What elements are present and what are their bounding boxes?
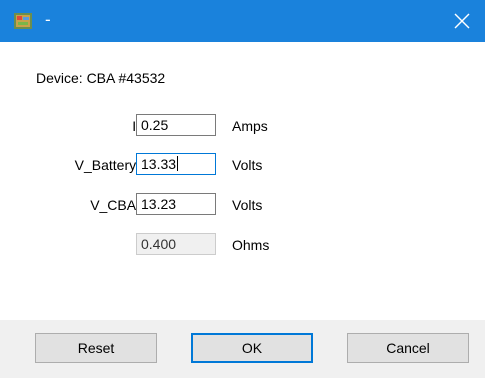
title-bar[interactable]: - <box>0 0 485 42</box>
battery-voltage-value: 13.33 <box>141 156 177 172</box>
dialog-window: - Device: CBA #43532 I: 0.25 Amps V_Batt… <box>0 0 485 378</box>
window-title: - <box>45 10 51 29</box>
current-unit: Amps <box>232 118 268 134</box>
reset-button[interactable]: Reset <box>35 333 157 363</box>
button-bar: Reset OK Cancel <box>0 320 485 378</box>
current-value: 0.25 <box>141 117 169 133</box>
app-icon <box>14 13 32 29</box>
device-label: Device: CBA #43532 <box>36 70 166 86</box>
close-icon <box>454 13 470 29</box>
cba-voltage-field[interactable]: 13.23 <box>136 193 216 215</box>
current-label: I: <box>0 118 140 134</box>
cba-voltage-unit: Volts <box>232 197 263 213</box>
dialog-content: Device: CBA #43532 I: 0.25 Amps V_Batter… <box>0 42 485 320</box>
resistance-unit: Ohms <box>232 237 270 253</box>
resistance-value: 0.400 <box>141 236 177 252</box>
resistance-field: 0.400 <box>136 233 216 255</box>
close-button[interactable] <box>439 0 485 42</box>
cba-voltage-value: 13.23 <box>141 196 177 212</box>
battery-voltage-unit: Volts <box>232 157 263 173</box>
battery-voltage-field[interactable]: 13.33 <box>136 153 216 175</box>
ok-button[interactable]: OK <box>191 333 313 363</box>
cancel-button[interactable]: Cancel <box>347 333 469 363</box>
current-field[interactable]: 0.25 <box>136 114 216 136</box>
battery-voltage-label: V_Battery: <box>74 157 140 173</box>
text-caret <box>177 156 179 171</box>
cba-voltage-label: V_CBA: <box>90 197 140 213</box>
